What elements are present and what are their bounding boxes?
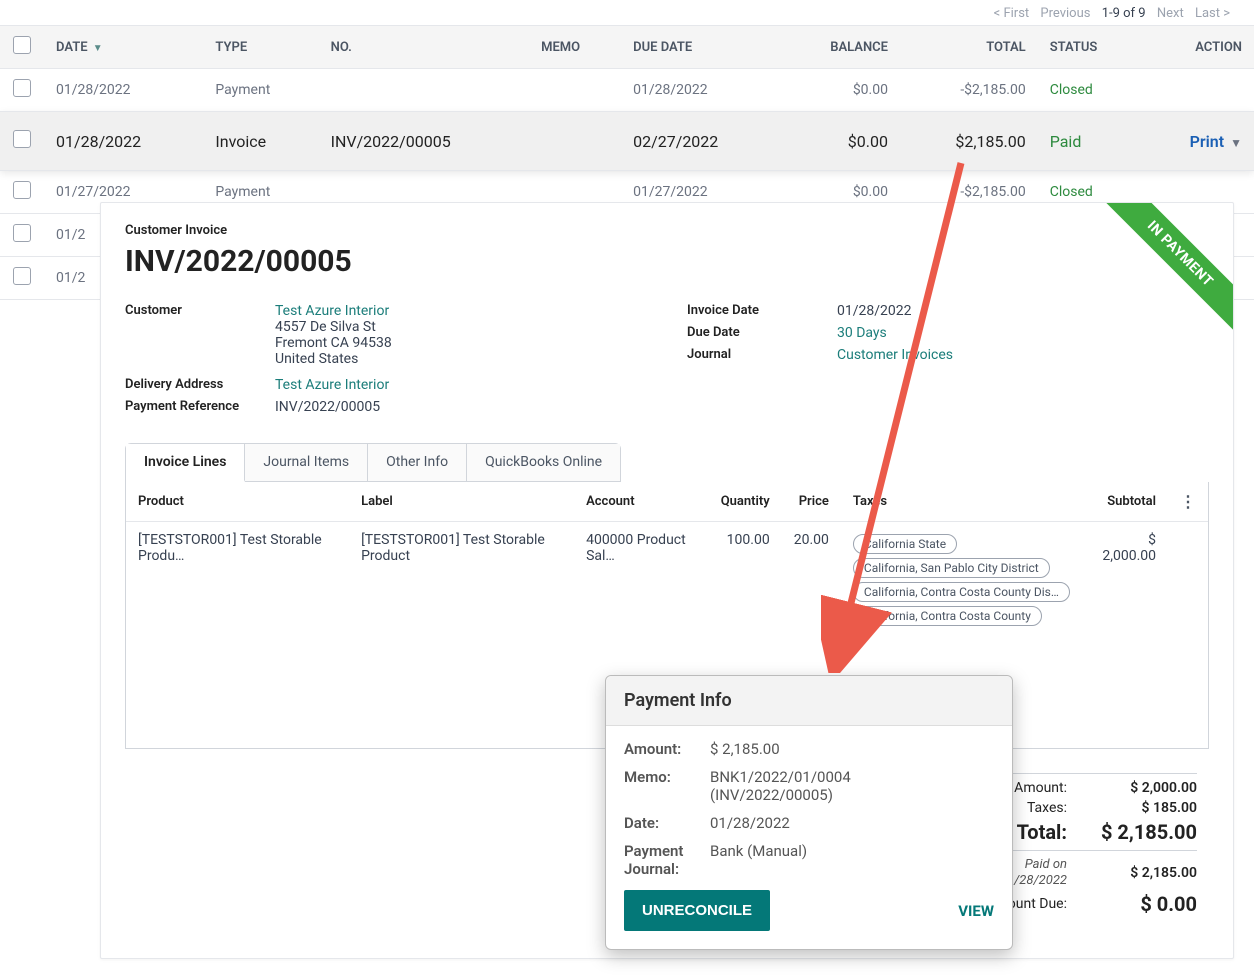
address-line: Fremont CA 94538 <box>275 335 392 351</box>
pagination-next[interactable]: Next <box>1157 6 1184 21</box>
tab-invoice-lines[interactable]: Invoice Lines <box>126 444 245 482</box>
linecol-price: Price <box>782 482 841 522</box>
row-checkbox[interactable] <box>13 181 31 199</box>
pop-amount-label: Amount: <box>624 740 710 758</box>
status-badge: Closed <box>1050 184 1093 200</box>
invoice-number: INV/2022/00005 <box>125 244 1209 279</box>
status-badge: Paid <box>1050 132 1082 151</box>
invdate-value: 01/28/2022 <box>837 303 912 319</box>
col-balance[interactable]: BALANCE <box>781 26 900 69</box>
status-badge: Closed <box>1050 82 1093 98</box>
pagination: < First Previous 1-9 of 9 Next Last > <box>0 0 1254 25</box>
pagination-range: 1-9 of 9 <box>1102 6 1146 21</box>
col-action[interactable]: ACTION <box>1142 26 1254 69</box>
tax-pill: California, San Pablo City District <box>853 558 1050 578</box>
linecol-account: Account <box>574 482 709 522</box>
linecol-product: Product <box>126 482 349 522</box>
delivery-link[interactable]: Test Azure Interior <box>275 377 389 393</box>
due-value: $ 0.00 <box>1087 892 1197 916</box>
select-all-checkbox[interactable] <box>13 36 31 54</box>
invdate-label: Invoice Date <box>687 303 837 319</box>
col-memo[interactable]: MEMO <box>529 26 621 69</box>
pop-journal-label: Payment Journal: <box>624 842 710 878</box>
unreconcile-button[interactable]: UNRECONCILE <box>624 890 770 931</box>
col-total[interactable]: TOTAL <box>900 26 1038 69</box>
invoice-line-row[interactable]: [TESTSTOR001] Test Storable Produ… [TEST… <box>126 522 1208 639</box>
row-checkbox[interactable] <box>13 224 31 242</box>
paid-value: $ 2,185.00 <box>1087 865 1197 881</box>
payment-info-popover: Payment Info Amount: $ 2,185.00 Memo: BN… <box>605 675 1013 950</box>
tab-quickbooks[interactable]: QuickBooks Online <box>467 444 620 481</box>
duedate-link[interactable]: 30 Days <box>837 325 887 341</box>
row-checkbox[interactable] <box>13 267 31 285</box>
col-status[interactable]: STATUS <box>1038 26 1143 69</box>
pagination-last[interactable]: Last > <box>1195 6 1230 21</box>
customer-label: Customer <box>125 303 275 367</box>
pop-memo-label: Memo: <box>624 768 710 786</box>
journal-label: Journal <box>687 347 837 363</box>
table-row[interactable]: 01/28/2022Payment01/28/2022 $0.00-$2,185… <box>0 69 1254 112</box>
tax-pill: California, Contra Costa County Dis… <box>853 582 1070 602</box>
col-no[interactable]: NO. <box>319 26 529 69</box>
status-ribbon: IN PAYMENT <box>1083 203 1233 353</box>
row-checkbox[interactable] <box>13 130 31 148</box>
col-due-date[interactable]: DUE DATE <box>621 26 780 69</box>
taxes-label: Taxes: <box>1027 800 1067 816</box>
payref-label: Payment Reference <box>125 399 275 415</box>
row-checkbox[interactable] <box>13 79 31 97</box>
total-value: $ 2,185.00 <box>1087 820 1197 844</box>
popover-title: Payment Info <box>606 676 1012 726</box>
col-date[interactable]: DATE ▼ <box>44 26 203 69</box>
delivery-label: Delivery Address <box>125 377 275 393</box>
pop-journal-value: Bank (Manual) <box>710 842 994 860</box>
address-line: 4557 De Silva St <box>275 319 376 335</box>
pagination-previous[interactable]: Previous <box>1040 6 1090 21</box>
table-row-selected[interactable]: 01/28/2022InvoiceINV/2022/0000502/27/202… <box>0 112 1254 171</box>
payref-value: INV/2022/00005 <box>275 399 380 415</box>
linecol-label: Label <box>349 482 574 522</box>
col-type[interactable]: TYPE <box>203 26 318 69</box>
customer-link[interactable]: Test Azure Interior <box>275 303 389 319</box>
print-button[interactable]: Print <box>1190 132 1225 151</box>
pop-memo-value: BNK1/2022/01/0004(INV/2022/00005) <box>710 768 994 804</box>
tax-pill: California, Contra Costa County <box>853 606 1042 626</box>
columns-menu-icon[interactable]: ⋮ <box>1180 492 1196 511</box>
pagination-first[interactable]: < First <box>994 6 1030 21</box>
linecol-subtotal: Subtotal <box>1082 482 1168 522</box>
invoice-detail-panel: IN PAYMENT Customer Invoice INV/2022/000… <box>100 202 1234 959</box>
duedate-label: Due Date <box>687 325 837 341</box>
linecol-taxes: Taxes <box>841 482 1082 522</box>
untaxed-value: $ 2,000.00 <box>1087 780 1197 796</box>
journal-link[interactable]: Customer Invoices <box>837 347 953 363</box>
tax-pill: California State <box>853 534 957 554</box>
sort-desc-icon: ▼ <box>93 43 103 54</box>
pop-amount-value: $ 2,185.00 <box>710 740 994 758</box>
view-button[interactable]: VIEW <box>958 902 994 920</box>
linecol-quantity: Quantity <box>709 482 782 522</box>
detail-tabs: Invoice Lines Journal Items Other Info Q… <box>125 443 621 482</box>
detail-heading-small: Customer Invoice <box>125 223 1209 238</box>
taxes-value: $ 185.00 <box>1087 800 1197 816</box>
pop-date-value: 01/28/2022 <box>710 814 994 832</box>
address-line: United States <box>275 351 358 367</box>
tab-journal-items[interactable]: Journal Items <box>245 444 368 481</box>
total-label: Total: <box>1017 820 1067 844</box>
action-dropdown-icon[interactable]: ▼ <box>1230 136 1242 150</box>
tab-other-info[interactable]: Other Info <box>368 444 467 481</box>
pop-date-label: Date: <box>624 814 710 832</box>
